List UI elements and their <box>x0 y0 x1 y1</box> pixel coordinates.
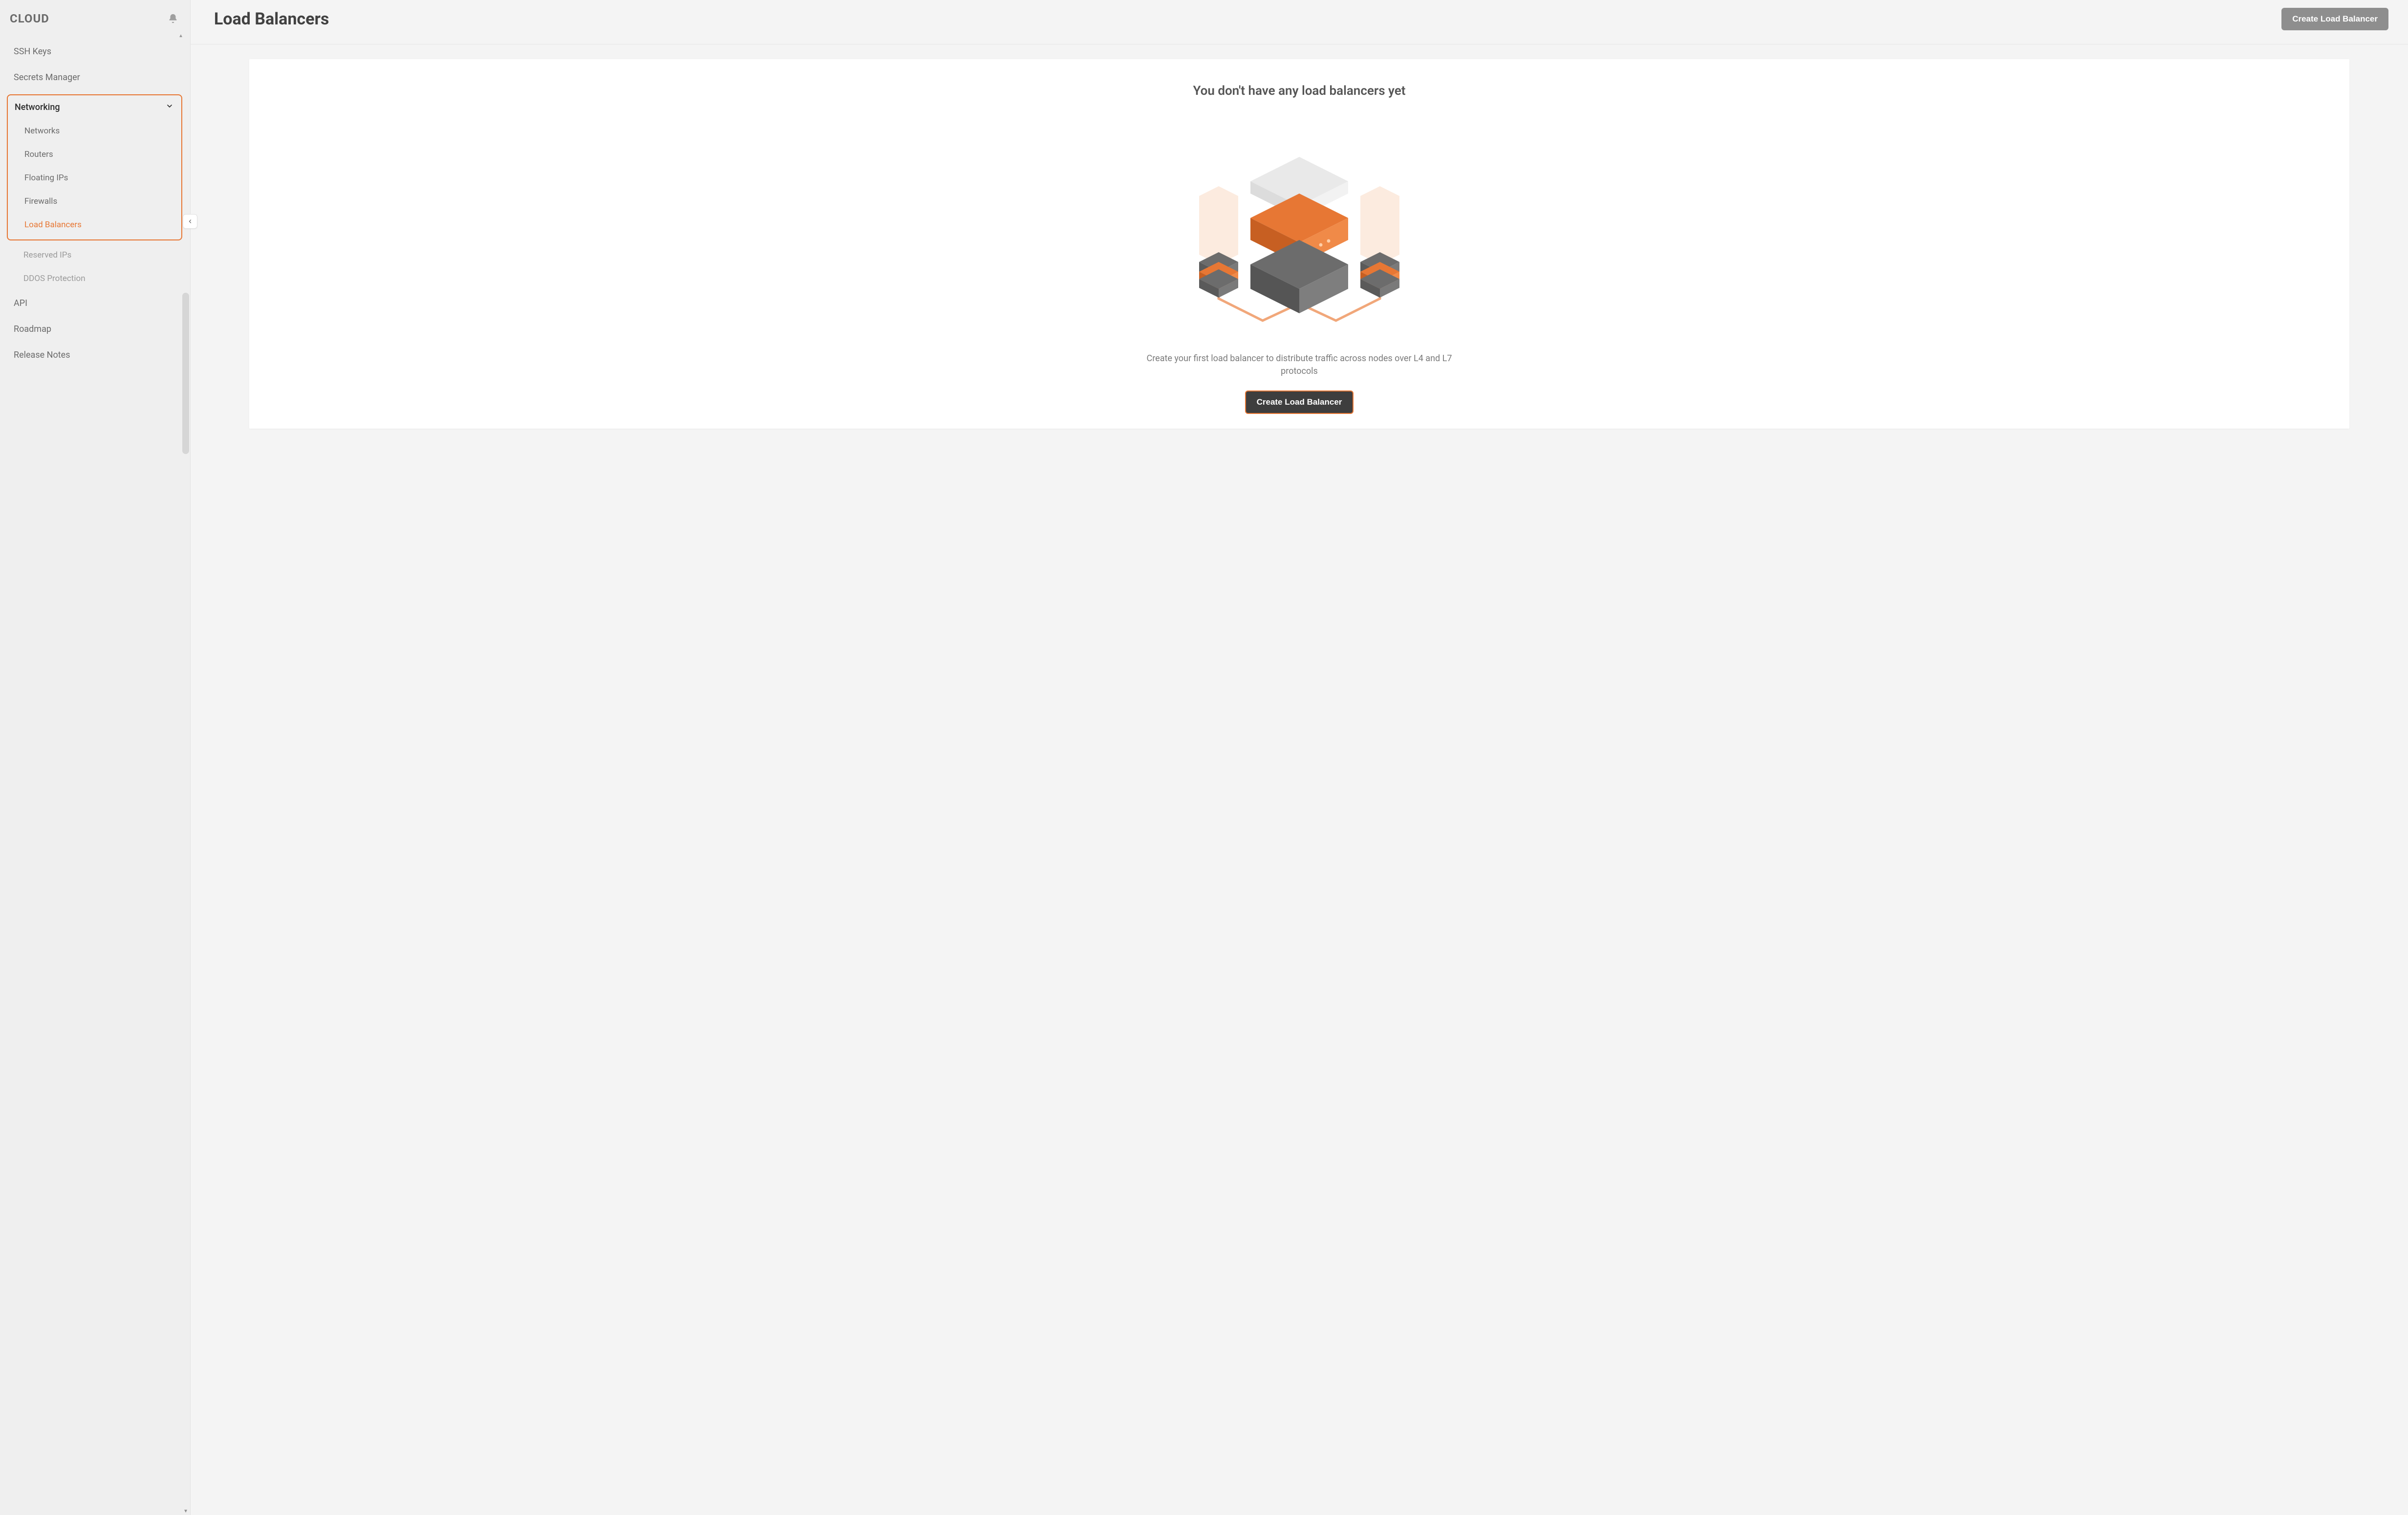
brand-label: CLOUD <box>10 12 49 25</box>
illustration-left-node <box>1199 186 1238 298</box>
sidebar-group-networking-header[interactable]: Networking <box>8 95 181 119</box>
sidebar-item-label: Load Balancers <box>24 220 82 230</box>
sidebar-item-reserved-ips[interactable]: Reserved IPs <box>0 243 190 267</box>
sidebar-item-label: DDOS Protection <box>23 274 86 283</box>
create-load-balancer-cta-button[interactable]: Create Load Balancer <box>1245 390 1354 414</box>
sidebar-group-label: Networking <box>15 102 60 112</box>
sidebar-item-label: Reserved IPs <box>23 250 71 260</box>
sidebar-collapse-handle[interactable] <box>183 214 197 229</box>
scroll-down-arrow-icon[interactable]: ▼ <box>183 1509 188 1514</box>
sidebar-item-label: Firewalls <box>24 196 57 206</box>
scroll-up-arrow-icon[interactable]: ▲ <box>0 33 190 39</box>
sidebar-nav: SSH Keys Secrets Manager Networking Netw… <box>0 39 190 1515</box>
load-balancer-illustration <box>1172 123 1426 328</box>
sidebar-item-floating-ips[interactable]: Floating IPs <box>8 166 181 190</box>
topbar: Load Balancers Create Load Balancer <box>191 0 2408 44</box>
sidebar-item-label: Secrets Manager <box>14 72 80 83</box>
sidebar-item-label: API <box>14 298 27 308</box>
content: You don't have any load balancers yet <box>191 44 2408 1515</box>
empty-state-title: You don't have any load balancers yet <box>269 84 2330 98</box>
illustration-right-node <box>1360 186 1399 298</box>
sidebar-item-ssh-keys[interactable]: SSH Keys <box>0 39 190 65</box>
sidebar-item-label: Routers <box>24 150 53 159</box>
sidebar-item-networks[interactable]: Networks <box>8 119 181 143</box>
sidebar-item-api[interactable]: API <box>0 290 190 316</box>
sidebar-group-networking: Networking Networks Routers Floating IPs <box>7 94 182 240</box>
sidebar-item-release-notes[interactable]: Release Notes <box>0 342 190 368</box>
sidebar-scrollbar-thumb[interactable] <box>182 293 189 454</box>
page-title: Load Balancers <box>214 9 329 29</box>
sidebar-item-label: Networks <box>24 126 60 136</box>
sidebar-item-label: SSH Keys <box>14 46 51 57</box>
app-root: CLOUD ▲ SSH Keys Secrets Manager Network… <box>0 0 2408 1515</box>
create-load-balancer-top-button[interactable]: Create Load Balancer <box>2281 8 2388 30</box>
sidebar-item-load-balancers[interactable]: Load Balancers <box>8 213 181 237</box>
sidebar-item-roadmap[interactable]: Roadmap <box>0 316 190 342</box>
sidebar-item-label: Release Notes <box>14 350 70 360</box>
main: Load Balancers Create Load Balancer You … <box>191 0 2408 1515</box>
sidebar-nav-inner: SSH Keys Secrets Manager Networking Netw… <box>0 39 190 378</box>
sidebar-item-routers[interactable]: Routers <box>8 143 181 166</box>
illustration-center-balancer <box>1250 157 1348 313</box>
notifications-bell-icon[interactable] <box>168 13 178 24</box>
sidebar-header: CLOUD <box>0 12 190 36</box>
sidebar-item-ddos-protection[interactable]: DDOS Protection <box>0 267 190 290</box>
sidebar-item-firewalls[interactable]: Firewalls <box>8 190 181 213</box>
chevron-down-icon <box>166 102 173 112</box>
empty-state-description: Create your first load balancer to distr… <box>1143 352 1456 378</box>
sidebar-item-label: Roadmap <box>14 324 51 334</box>
sidebar-item-label: Floating IPs <box>24 173 68 183</box>
empty-state-card: You don't have any load balancers yet <box>249 59 2349 429</box>
sidebar: CLOUD ▲ SSH Keys Secrets Manager Network… <box>0 0 191 1515</box>
sidebar-item-secrets-manager[interactable]: Secrets Manager <box>0 65 190 90</box>
